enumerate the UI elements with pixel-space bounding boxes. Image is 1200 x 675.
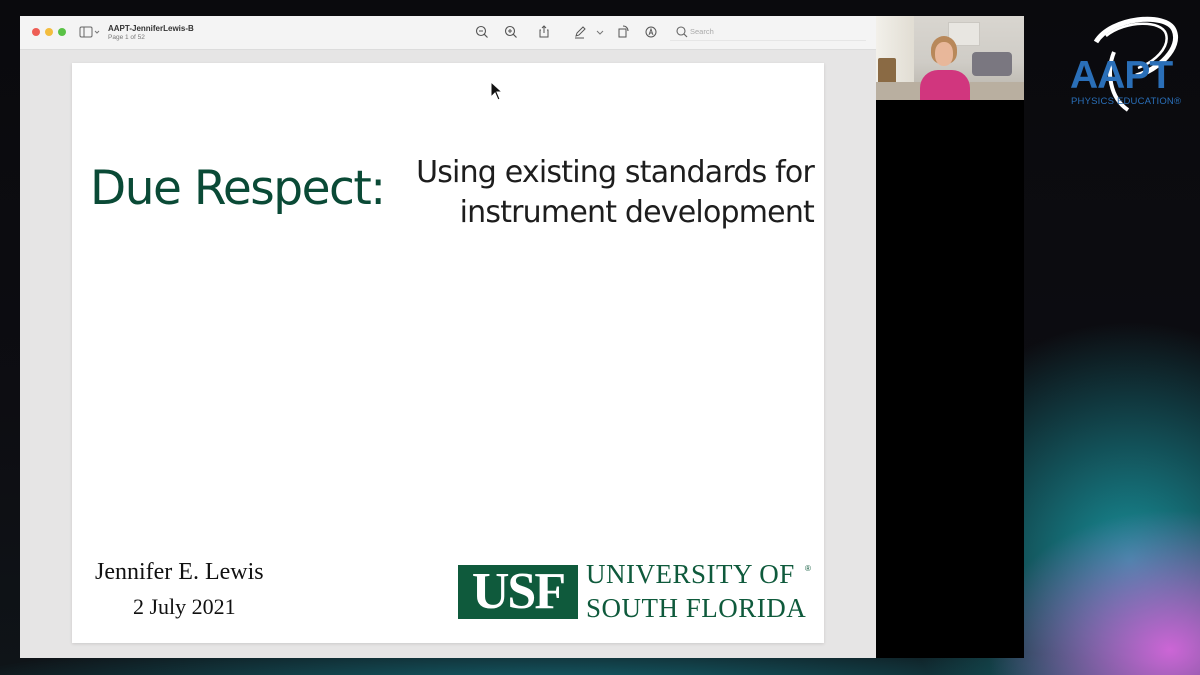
chevron-down-icon[interactable]	[595, 24, 605, 40]
slide-subtitle: Using existing standards for instrument …	[394, 153, 815, 233]
preview-window: AAPT-JenniferLewis-B Page 1 of 52 Search…	[20, 16, 876, 658]
video-panel	[876, 16, 1024, 658]
minimize-icon[interactable]	[45, 28, 53, 36]
speaker-body	[920, 70, 970, 100]
markup-pen-icon[interactable]	[572, 24, 588, 40]
presentation-date: 2 July 2021	[133, 594, 236, 619]
search-icon	[676, 26, 688, 38]
search-field[interactable]	[670, 24, 866, 41]
zoom-out-icon[interactable]	[474, 24, 490, 40]
share-icon[interactable]	[536, 24, 552, 40]
aapt-logo-tagline: PHYSICS EDUCATION®	[1071, 96, 1182, 107]
speaker-face	[935, 42, 953, 66]
aapt-logo: AAPT PHYSICS EDUCATION®	[1066, 12, 1190, 116]
search-input[interactable]	[690, 25, 860, 38]
page-count: Page 1 of 52	[108, 34, 145, 41]
usf-logo-mark: USF	[458, 565, 578, 619]
webcam-sofa	[972, 52, 1012, 76]
zoom-in-icon[interactable]	[503, 24, 519, 40]
mouse-cursor-icon	[490, 81, 504, 101]
close-icon[interactable]	[32, 28, 40, 36]
title-bar: AAPT-JenniferLewis-B Page 1 of 52	[20, 16, 876, 50]
aapt-logo-text: AAPT	[1070, 54, 1173, 97]
annotate-icon[interactable]	[643, 24, 659, 40]
usf-registered-mark: ®	[805, 564, 811, 573]
slide-subtitle-line: instrument development	[459, 195, 815, 230]
document-title: AAPT-JenniferLewis-B	[108, 24, 194, 33]
zoom-icon[interactable]	[58, 28, 66, 36]
slide-title: Due Respect:	[90, 161, 386, 216]
usf-logo-line1: UNIVERSITY OF	[586, 559, 795, 589]
usf-logo-line2: SOUTH FLORIDA	[586, 593, 807, 623]
author-name: Jennifer E. Lewis	[95, 559, 264, 585]
rotate-icon[interactable]	[615, 24, 631, 40]
slide-page: Due Respect: Using existing standards fo…	[72, 63, 824, 643]
speaker-webcam	[876, 16, 1024, 100]
sidebar-icon[interactable]	[79, 25, 101, 39]
slide-subtitle-line: Using existing standards for	[416, 155, 815, 190]
